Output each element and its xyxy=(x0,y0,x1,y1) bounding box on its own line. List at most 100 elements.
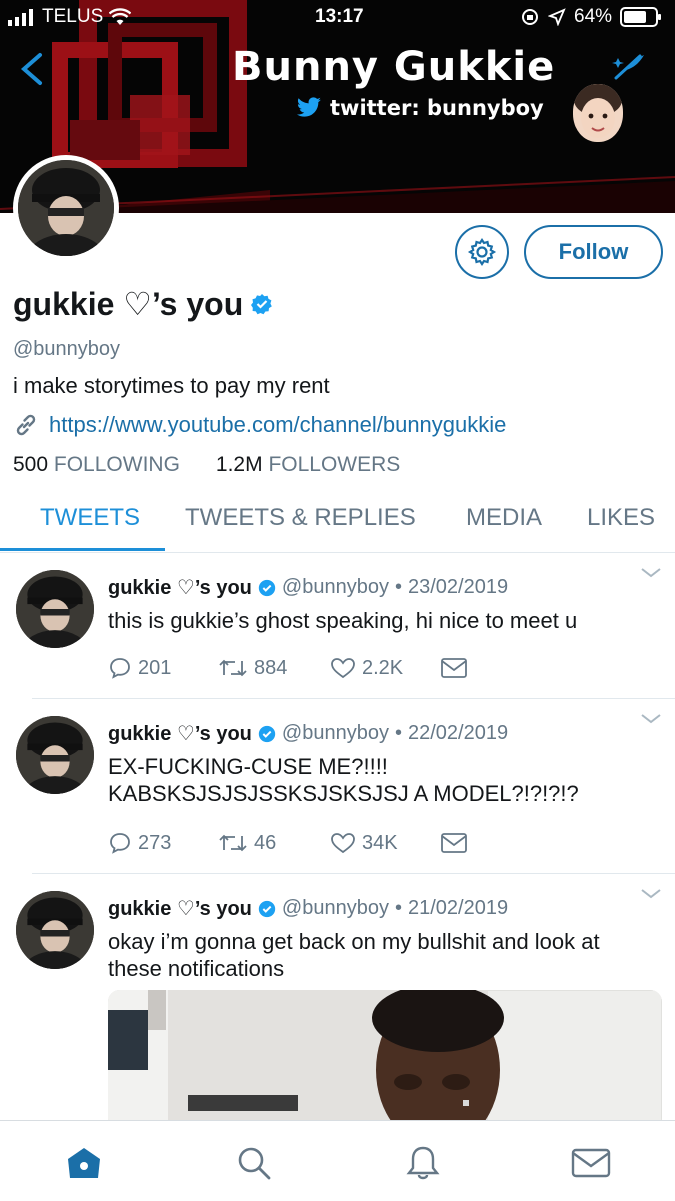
banner-subtitle-text: twitter: bunnyboy xyxy=(330,96,544,120)
signal-bars-icon xyxy=(8,9,33,26)
profile-bio: i make storytimes to pay my rent xyxy=(13,373,330,398)
reply-bubble-icon xyxy=(110,833,130,854)
reply-bubble-icon xyxy=(110,658,130,679)
link-icon xyxy=(16,414,36,436)
tweet-actions: 273 46 34K xyxy=(108,831,468,855)
battery-percent: 64% xyxy=(574,6,613,27)
followers-stat[interactable]: 1.2M FOLLOWERS xyxy=(216,453,400,477)
banner-title: Bunny Gukkie xyxy=(232,44,556,90)
tweet-avatar[interactable] xyxy=(16,891,94,969)
followers-count: 1.2M xyxy=(215,453,263,476)
banner-subtitle: twitter: bunnyboy xyxy=(296,96,544,120)
tab-likes[interactable]: LIKES xyxy=(587,504,655,532)
nav-notifications[interactable] xyxy=(403,1143,443,1183)
reply-action[interactable]: 273 xyxy=(108,831,218,855)
gear-icon xyxy=(467,238,497,266)
like-count: 34K xyxy=(362,831,398,854)
rotation-lock-icon xyxy=(522,9,538,25)
profile-link[interactable]: https://www.youtube.com/channel/bunnyguk… xyxy=(49,412,506,438)
chevron-down-icon[interactable] xyxy=(640,713,662,725)
tweet-meta-separator: • xyxy=(394,722,402,744)
chevron-down-icon[interactable] xyxy=(640,888,662,900)
like-count: 2.2K xyxy=(362,656,404,679)
profile-photo xyxy=(18,160,114,256)
home-icon xyxy=(68,1148,100,1178)
retweet-count: 46 xyxy=(254,831,277,854)
tweet-text: okay i’m gonna get back on my bullshit a… xyxy=(108,929,600,981)
envelope-icon[interactable] xyxy=(440,657,468,679)
sparkle-feather-icon[interactable] xyxy=(612,52,648,82)
tweet-item[interactable]: gukkie ♡’s you @bunnyboy • 22/02/2019 EX… xyxy=(0,699,675,873)
tweet-meta-separator: • xyxy=(394,897,402,919)
settings-button[interactable] xyxy=(455,225,509,279)
tweet-author-name[interactable]: gukkie ♡’s you xyxy=(108,721,252,746)
nav-search[interactable] xyxy=(234,1143,274,1183)
retweet-count: 884 xyxy=(254,656,288,679)
heart-icon xyxy=(331,833,355,854)
tweet-author-handle: @bunnyboy xyxy=(281,722,389,744)
tweet-media-image[interactable] xyxy=(108,990,662,1120)
bell-icon xyxy=(406,1146,440,1180)
profile-stats: 500 FOLLOWING 1.2M FOLLOWERS xyxy=(13,453,400,477)
tweet-actions: 201 884 2.2K xyxy=(108,656,468,680)
twitter-bird-icon xyxy=(296,97,321,117)
nav-messages[interactable] xyxy=(571,1143,611,1183)
retweet-icon xyxy=(219,834,247,852)
tweet-author-handle: @bunnyboy xyxy=(281,576,389,598)
follow-button[interactable]: Follow xyxy=(524,225,663,279)
profile-link-row: https://www.youtube.com/channel/bunnyguk… xyxy=(13,412,506,438)
verified-badge-icon xyxy=(258,900,276,917)
following-count: 500 xyxy=(13,453,49,476)
tab-media[interactable]: MEDIA xyxy=(466,504,542,532)
nav-home[interactable] xyxy=(64,1143,104,1183)
tweet-header: gukkie ♡’s you @bunnyboy • 21/02/2019 xyxy=(108,896,508,921)
retweet-action[interactable]: 46 xyxy=(218,832,330,855)
tweet-date: 23/02/2019 xyxy=(407,576,509,598)
tweet-author-handle: @bunnyboy xyxy=(281,897,389,919)
mail-icon xyxy=(571,1148,611,1178)
tab-tweets-and-replies[interactable]: TWEETS & REPLIES xyxy=(185,504,416,532)
like-action[interactable]: 2.2K xyxy=(330,656,440,680)
following-label: FOLLOWING xyxy=(53,453,180,476)
tweet-text: this is gukkie’s ghost speaking, hi nice… xyxy=(108,608,578,633)
back-chevron-icon[interactable] xyxy=(18,52,46,86)
bottom-tab-bar xyxy=(0,1120,675,1201)
status-bar-left: TELUS xyxy=(8,6,132,28)
profile-display-name: gukkie ♡’s you xyxy=(13,285,273,323)
reply-action[interactable]: 201 xyxy=(108,656,218,680)
tweet-header: gukkie ♡’s you @bunnyboy • 23/02/2019 xyxy=(108,575,508,600)
verified-badge-icon xyxy=(251,294,273,315)
meme-photo xyxy=(108,990,662,1120)
profile-handle: @bunnyboy xyxy=(13,338,121,360)
search-icon xyxy=(238,1147,271,1180)
chevron-down-icon[interactable] xyxy=(640,567,662,579)
tab-tweets[interactable]: TWEETS xyxy=(40,504,140,532)
profile-avatar[interactable] xyxy=(13,155,119,261)
like-action[interactable]: 34K xyxy=(330,831,440,855)
tweet-author-name[interactable]: gukkie ♡’s you xyxy=(108,896,252,921)
retweet-icon xyxy=(219,659,247,677)
retweet-action[interactable]: 884 xyxy=(218,657,330,680)
display-name-text: gukkie ♡’s you xyxy=(13,286,244,322)
battery-icon xyxy=(620,7,662,27)
tweet-avatar[interactable] xyxy=(16,570,94,648)
active-tab-indicator xyxy=(0,548,165,551)
tweet-avatar[interactable] xyxy=(16,716,94,794)
verified-badge-icon xyxy=(258,725,276,742)
profile-tabs: TWEETS TWEETS & REPLIES MEDIA LIKES xyxy=(0,498,675,553)
location-arrow-icon xyxy=(548,8,566,26)
tweet-item[interactable]: gukkie ♡’s you @bunnyboy • 21/02/2019 ok… xyxy=(0,874,675,1120)
tweet-date: 21/02/2019 xyxy=(407,897,509,919)
heart-icon xyxy=(331,658,355,679)
envelope-icon[interactable] xyxy=(440,832,468,854)
reply-count: 273 xyxy=(138,831,172,854)
status-bar-right: 64% xyxy=(520,6,662,28)
verified-badge-icon xyxy=(258,579,276,596)
tweet-author-name[interactable]: gukkie ♡’s you xyxy=(108,575,252,600)
tweet-text: EX-FUCKING-CUSE ME?!!!! KABSKSJSJSJSSKSJ… xyxy=(108,754,579,806)
tweet-item[interactable]: gukkie ♡’s you @bunnyboy • 23/02/2019 th… xyxy=(0,552,675,698)
followers-label: FOLLOWERS xyxy=(268,453,401,476)
tweet-date: 22/02/2019 xyxy=(407,722,509,744)
carrier-label: TELUS xyxy=(42,6,104,27)
following-stat[interactable]: 500 FOLLOWING xyxy=(13,453,180,477)
